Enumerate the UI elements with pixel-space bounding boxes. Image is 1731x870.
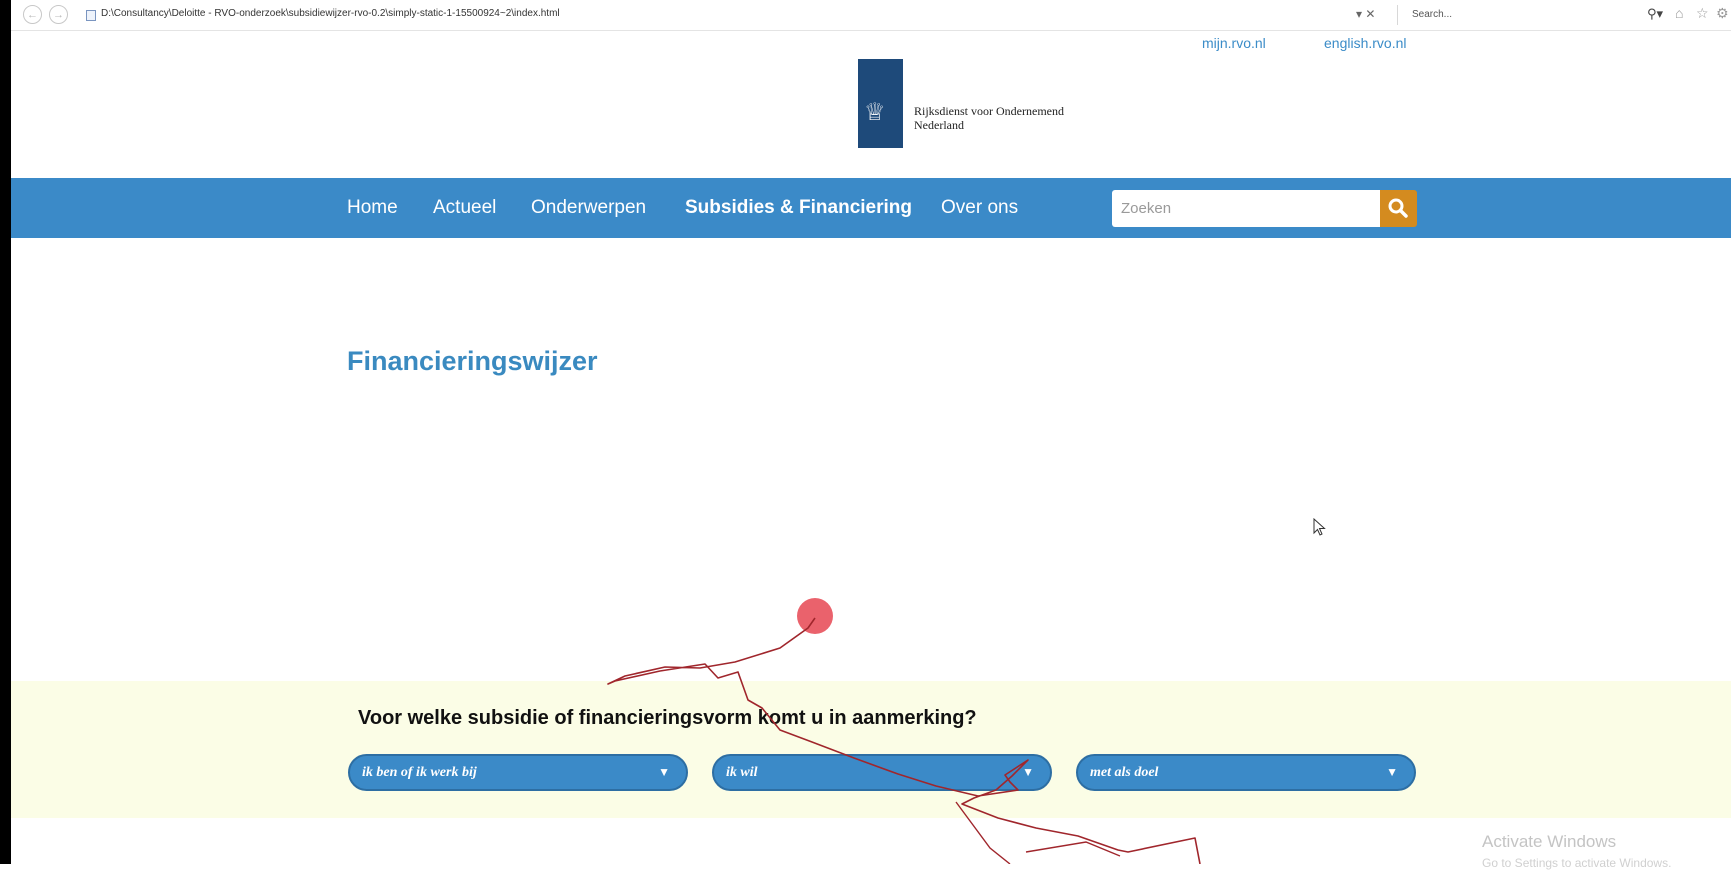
star-icon[interactable]: ☆ (1696, 5, 1709, 22)
logo-line-1: Rijksdienst voor Ondernemend (914, 104, 1064, 118)
nav-item-home[interactable]: Home (347, 197, 398, 219)
chevron-down-icon: ▼ (1022, 765, 1034, 779)
activate-windows-subtext: Go to Settings to activate Windows. (1482, 856, 1672, 870)
browser-toolbar: ← → D:\Consultancy\Deloitte - RVO-onderz… (11, 0, 1731, 31)
site-search-button[interactable] (1380, 190, 1417, 227)
coat-of-arms-icon: ♕ (864, 99, 886, 126)
dropdown-met-als-doel-label: met als doel (1090, 765, 1159, 780)
activate-windows-watermark: Activate Windows (1482, 832, 1617, 851)
site-search-input[interactable]: Zoeken (1112, 190, 1380, 227)
top-link-english-rvo[interactable]: english.rvo.nl (1324, 35, 1407, 51)
gear-icon[interactable]: ⚙ (1716, 5, 1729, 22)
mouse-cursor-icon (1313, 518, 1326, 536)
address-bar[interactable]: D:\Consultancy\Deloitte - RVO-onderzoek\… (101, 8, 560, 19)
search-icon (1388, 198, 1408, 218)
rvo-logo[interactable]: ♕ (858, 59, 903, 148)
page-icon (86, 10, 96, 21)
main-navigation: Home Actueel Onderwerpen Subsidies & Fin… (11, 178, 1731, 238)
dropdown-ik-wil[interactable]: ik wil ▼ (712, 754, 1052, 791)
search-icon[interactable]: ⚲▾ (1647, 6, 1663, 22)
chevron-down-icon: ▼ (1386, 765, 1398, 779)
wizard-question: Voor welke subsidie of financieringsvorm… (358, 707, 977, 729)
browser-search-placeholder: Search... (1412, 9, 1453, 20)
dropdown-ik-ben[interactable]: ik ben of ik werk bij ▼ (348, 754, 688, 791)
dropdown-ik-wil-label: ik wil (726, 765, 758, 780)
page-title: Financieringswijzer (347, 346, 598, 376)
chevron-down-icon: ▼ (658, 765, 670, 779)
wizard-section (11, 681, 1731, 818)
nav-item-onderwerpen[interactable]: Onderwerpen (531, 197, 646, 219)
site-search-placeholder: Zoeken (1121, 200, 1172, 217)
forward-icon[interactable]: → (49, 5, 68, 24)
click-indicator (797, 598, 833, 634)
window-edge (0, 0, 11, 864)
address-controls[interactable]: ▾ ✕ (1356, 7, 1375, 21)
logo-line-2: Nederland (914, 118, 964, 132)
logo-text: Rijksdienst voor Ondernemend Nederland (914, 104, 1064, 132)
back-icon[interactable]: ← (23, 5, 42, 24)
nav-item-actueel[interactable]: Actueel (433, 197, 496, 219)
home-icon[interactable]: ⌂ (1675, 5, 1683, 21)
dropdown-ik-ben-label: ik ben of ik werk bij (362, 765, 477, 780)
browser-search-box[interactable]: Search... ⚲▾ (1397, 5, 1667, 25)
top-link-mijn-rvo[interactable]: mijn.rvo.nl (1202, 35, 1266, 51)
nav-item-subsidies-financiering[interactable]: Subsidies & Financiering (685, 197, 912, 219)
nav-item-over-ons[interactable]: Over ons (941, 197, 1018, 219)
dropdown-met-als-doel[interactable]: met als doel ▼ (1076, 754, 1416, 791)
